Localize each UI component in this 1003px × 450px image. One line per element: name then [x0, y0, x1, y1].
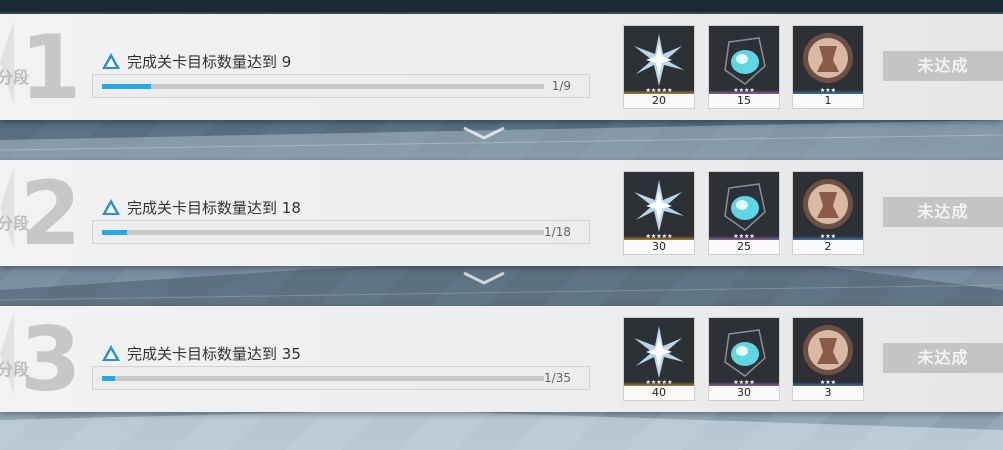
coin-emblem-icon	[793, 172, 863, 240]
reward-count: 30	[709, 386, 779, 400]
progress-box: 1/18	[92, 220, 590, 244]
reward-item[interactable]: ★★★★ 30	[708, 317, 780, 401]
tier-row: 1 分段 完成关卡目标数量达到 9 1/9 ★★★★★ 20 ★★★★ 15 ★…	[0, 14, 1003, 120]
reward-count: 25	[709, 240, 779, 254]
claim-status-button[interactable]: 未达成	[883, 51, 1003, 81]
crystal-shard-icon	[624, 318, 694, 386]
stage-label: 分段	[0, 68, 30, 87]
reward-item[interactable]: ★★★★★ 30	[623, 171, 695, 255]
progress-text: 1/9	[551, 79, 571, 93]
chevron-down-icon	[463, 126, 505, 140]
progress-box: 1/35	[92, 366, 590, 390]
task-description: 完成关卡目标数量达到 9	[127, 53, 292, 71]
chevron-down-icon	[463, 271, 505, 285]
progress-bar	[102, 376, 544, 381]
reward-item[interactable]: ★★★★ 25	[708, 171, 780, 255]
tier-number: 2	[20, 162, 82, 265]
reward-item[interactable]: ★★★ 2	[792, 171, 864, 255]
tier-decoration	[0, 312, 14, 396]
gem-icon	[709, 26, 779, 94]
progress-fill	[102, 230, 127, 235]
gem-icon	[709, 318, 779, 386]
tier-decoration	[0, 166, 14, 250]
stage-label: 分段	[0, 360, 30, 379]
reward-item[interactable]: ★★★★★ 40	[623, 317, 695, 401]
coin-emblem-icon	[793, 318, 863, 386]
task-description: 完成关卡目标数量达到 35	[127, 345, 301, 363]
reward-item[interactable]: ★★★ 3	[792, 317, 864, 401]
tier-number: 3	[20, 308, 82, 411]
triangle-icon	[102, 345, 120, 361]
progress-text: 1/18	[544, 225, 571, 239]
tier-row: 3 分段 完成关卡目标数量达到 35 1/35 ★★★★★ 40 ★★★★ 30…	[0, 306, 1003, 412]
progress-fill	[102, 84, 152, 89]
reward-item[interactable]: ★★★★★ 20	[623, 25, 695, 109]
stage-label: 分段	[0, 214, 30, 233]
reward-count: 40	[624, 386, 694, 400]
progress-fill	[102, 376, 115, 381]
progress-box: 1/9	[92, 74, 590, 98]
reward-count: 30	[624, 240, 694, 254]
progress-text: 1/35	[544, 371, 571, 385]
reward-count: 2	[793, 240, 863, 254]
reward-item[interactable]: ★★★★ 15	[708, 25, 780, 109]
reward-count: 3	[793, 386, 863, 400]
crystal-shard-icon	[624, 26, 694, 94]
crystal-shard-icon	[624, 172, 694, 240]
claim-status-button[interactable]: 未达成	[883, 343, 1003, 373]
reward-count: 20	[624, 94, 694, 108]
tier-number: 1	[20, 16, 82, 119]
progress-bar	[102, 230, 544, 235]
reward-count: 15	[709, 94, 779, 108]
progress-bar	[102, 84, 544, 89]
reward-item[interactable]: ★★★ 1	[792, 25, 864, 109]
triangle-icon	[102, 53, 120, 69]
reward-count: 1	[793, 94, 863, 108]
tier-decoration	[0, 20, 14, 104]
gem-icon	[709, 172, 779, 240]
tier-row: 2 分段 完成关卡目标数量达到 18 1/18 ★★★★★ 30 ★★★★ 25…	[0, 160, 1003, 266]
coin-emblem-icon	[793, 26, 863, 94]
task-description: 完成关卡目标数量达到 18	[127, 199, 301, 217]
claim-status-button[interactable]: 未达成	[883, 197, 1003, 227]
triangle-icon	[102, 199, 120, 215]
